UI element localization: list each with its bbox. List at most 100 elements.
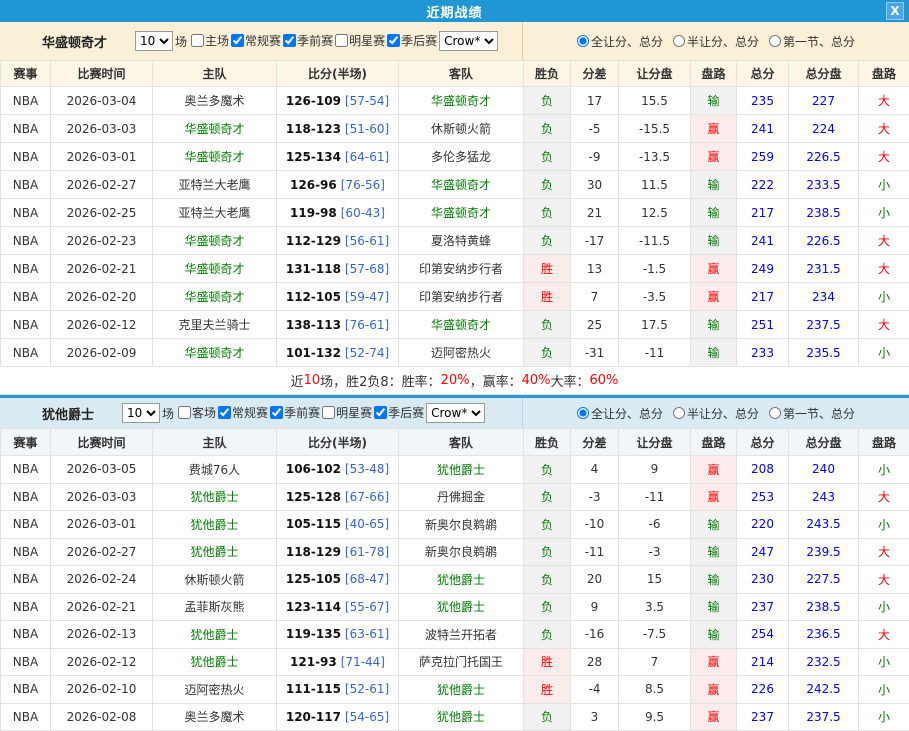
final-score: 112-129 — [286, 234, 341, 248]
league-cell: NBA — [1, 538, 51, 566]
window-title: 近期战绩 — [426, 2, 482, 21]
total-line-cell: 226.5 — [789, 143, 859, 171]
game-row: NBA2026-03-03华盛顿奇才118-123[51-60]休斯顿火箭负-5… — [1, 115, 909, 143]
filter-checkbox[interactable]: 常规赛 — [229, 32, 281, 49]
filter-checkbox[interactable]: 主场 — [189, 32, 229, 49]
total-cell: 208 — [737, 456, 789, 484]
checkbox-input[interactable] — [231, 34, 244, 47]
total-line-cell: 232.5 — [789, 648, 859, 676]
game-row: NBA2026-02-08奥兰多魔术120-117[54-65]犹他爵士负39.… — [1, 703, 909, 731]
half-score: [67-66] — [345, 490, 389, 504]
handicap-cell: -1.5 — [619, 255, 691, 283]
away-team-cell: 萨克拉门托国王 — [399, 648, 524, 676]
summary-part: 近 — [291, 371, 304, 390]
home-team-cell: 亚特兰大老鹰 — [153, 171, 277, 199]
stat-mode-radio[interactable]: 第一节、总分 — [769, 405, 855, 422]
filter-checkbox[interactable]: 季后赛 — [385, 32, 437, 49]
checkbox-input[interactable] — [374, 406, 387, 419]
checkbox-input[interactable] — [335, 34, 348, 47]
diff-cell: -5 — [571, 115, 619, 143]
total-result-cell: 小 — [859, 703, 909, 731]
half-score: [51-60] — [345, 122, 389, 136]
radio-input[interactable] — [673, 35, 685, 47]
league-cell: NBA — [1, 171, 51, 199]
handicap-result-cell: 输 — [691, 566, 737, 594]
checkbox-input[interactable] — [218, 406, 231, 419]
filter-checkboxes: 客场常规赛季前赛明星赛季后赛 — [176, 404, 424, 422]
score-cell: 138-113[76-61] — [277, 311, 399, 339]
checkbox-input[interactable] — [191, 34, 204, 47]
score-cell: 121-93[71-44] — [277, 648, 399, 676]
total-cell: 235 — [737, 87, 789, 115]
filter-checkbox[interactable]: 明星赛 — [320, 404, 372, 421]
result-cell: 负 — [524, 143, 571, 171]
stat-mode-radio[interactable]: 全让分、总分 — [577, 405, 663, 422]
column-header: 让分盘 — [619, 429, 691, 456]
games-count-select[interactable]: 10 — [135, 31, 173, 51]
date-cell: 2026-02-12 — [51, 311, 153, 339]
league-cell: NBA — [1, 566, 51, 594]
handicap-cell: 15.5 — [619, 87, 691, 115]
filter-checkbox[interactable]: 季前赛 — [281, 32, 333, 49]
total-result-cell: 小 — [859, 648, 909, 676]
column-header: 比赛时间 — [51, 429, 153, 456]
checkbox-input[interactable] — [322, 406, 335, 419]
filter-checkbox[interactable]: 常规赛 — [216, 404, 268, 421]
filter-checkbox[interactable]: 明星赛 — [333, 32, 385, 49]
games-suffix-label: 场 — [175, 33, 187, 50]
checkbox-input[interactable] — [178, 406, 191, 419]
checkbox-input[interactable] — [387, 34, 400, 47]
checkbox-input[interactable] — [283, 34, 296, 47]
total-result-cell: 大 — [859, 621, 909, 649]
handicap-cell: -7.5 — [619, 621, 691, 649]
diff-cell: -17 — [571, 227, 619, 255]
home-team-cell: 华盛顿奇才 — [153, 143, 277, 171]
radio-input[interactable] — [769, 407, 781, 419]
summary-part: 场，胜2负8：胜率： — [320, 371, 441, 390]
stat-mode-radio[interactable]: 半让分、总分 — [673, 405, 759, 422]
diff-cell: 25 — [571, 311, 619, 339]
diff-cell: 17 — [571, 87, 619, 115]
home-team-cell: 犹他爵士 — [153, 511, 277, 539]
filter-checkbox[interactable]: 季后赛 — [372, 404, 424, 421]
game-row: NBA2026-02-21孟菲斯灰熊123-114[55-67]犹他爵士负93.… — [1, 593, 909, 621]
bookmaker-select[interactable]: Crow* — [426, 403, 485, 423]
league-cell: NBA — [1, 87, 51, 115]
table-header: 赛事比赛时间主队比分(半场)客队胜负分差让分盘盘路总分总分盘盘路 — [1, 61, 909, 87]
date-cell: 2026-03-01 — [51, 511, 153, 539]
stat-mode-radio[interactable]: 第一节、总分 — [769, 33, 855, 50]
handicap-cell: 9 — [619, 456, 691, 484]
handicap-cell: 7 — [619, 648, 691, 676]
home-team-cell: 亚特兰大老鹰 — [153, 199, 277, 227]
bookmaker-select[interactable]: Crow* — [439, 31, 498, 51]
home-team-cell: 华盛顿奇才 — [153, 255, 277, 283]
radio-input[interactable] — [769, 35, 781, 47]
away-team-cell: 休斯顿火箭 — [399, 115, 524, 143]
final-score: 101-132 — [286, 346, 341, 360]
total-line-cell: 226.5 — [789, 227, 859, 255]
result-cell: 负 — [524, 703, 571, 731]
total-result-cell: 大 — [859, 143, 909, 171]
radio-input[interactable] — [577, 35, 589, 47]
stat-mode-radios: 全让分、总分半让分、总分第一节、总分 — [523, 398, 909, 428]
score-cell: 106-102[53-48] — [277, 456, 399, 484]
half-score: [59-47] — [345, 290, 389, 304]
team-section-wizards: 华盛顿奇才 10 场 主场常规赛季前赛明星赛季后赛 Crow* 全让分、总分半让… — [0, 22, 909, 395]
radio-input[interactable] — [577, 407, 589, 419]
column-header: 分差 — [571, 61, 619, 87]
filter-checkbox[interactable]: 客场 — [176, 404, 216, 421]
radio-label: 全让分、总分 — [591, 33, 663, 50]
away-team-cell: 波特兰开拓者 — [399, 621, 524, 649]
summary-part: 20% — [441, 373, 470, 388]
stat-mode-radio[interactable]: 半让分、总分 — [673, 33, 759, 50]
filter-checkbox[interactable]: 季前赛 — [268, 404, 320, 421]
radio-input[interactable] — [673, 407, 685, 419]
checkbox-input[interactable] — [270, 406, 283, 419]
league-cell: NBA — [1, 676, 51, 704]
games-count-select[interactable]: 10 — [122, 403, 160, 423]
handicap-cell: 9.5 — [619, 703, 691, 731]
column-header: 分差 — [571, 429, 619, 456]
final-score: 125-128 — [286, 490, 341, 504]
close-button[interactable]: X — [886, 2, 904, 20]
stat-mode-radio[interactable]: 全让分、总分 — [577, 33, 663, 50]
